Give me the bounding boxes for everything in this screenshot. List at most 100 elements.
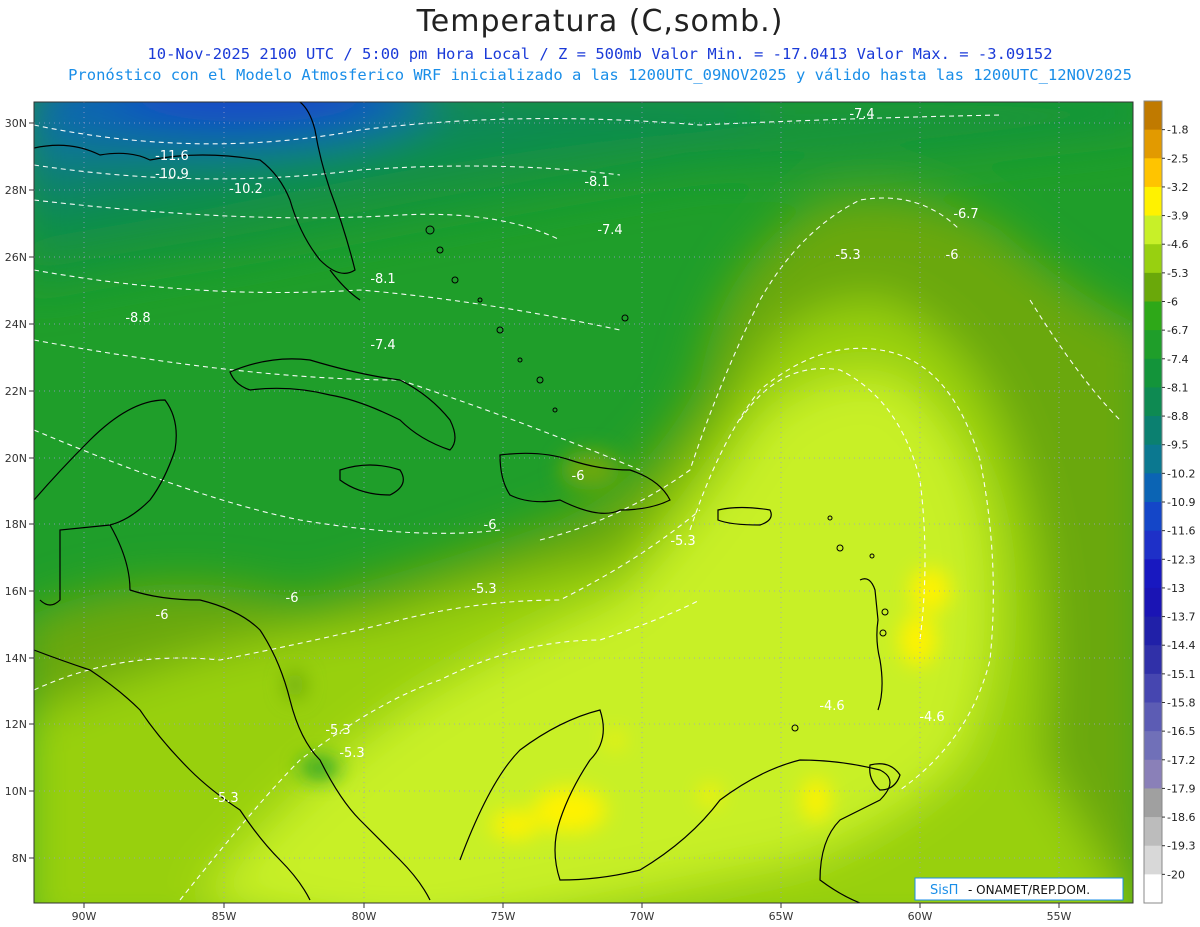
lat-label: 26N bbox=[5, 251, 27, 264]
contour-label: -4.6 bbox=[919, 710, 944, 725]
contour-label: -6.7 bbox=[953, 207, 978, 222]
contour-label: -11.6 bbox=[155, 149, 189, 164]
contour-label: -6 bbox=[572, 469, 585, 484]
colorbar-label: -18.6 bbox=[1167, 811, 1195, 824]
latitude-axis: 30N 28N 26N 24N 22N 20N 18N 16N 14N 12N 10N 8N bbox=[5, 117, 34, 865]
contour-label: -10.2 bbox=[229, 182, 263, 197]
lat-label: 14N bbox=[5, 652, 27, 665]
lat-label: 16N bbox=[5, 585, 27, 598]
lon-label: 80W bbox=[352, 910, 377, 923]
colorbar-label: -7.4 bbox=[1167, 353, 1188, 366]
colorbar-label: -16.5 bbox=[1167, 725, 1195, 738]
contour-label: -7.4 bbox=[370, 338, 395, 353]
colorbar-swatch bbox=[1144, 702, 1162, 732]
colorbar-swatch bbox=[1144, 272, 1162, 302]
contour-label: -5.3 bbox=[835, 248, 860, 263]
colorbar-label: -3.9 bbox=[1167, 210, 1188, 223]
contour-label: -8.1 bbox=[370, 272, 395, 287]
colorbar-label: -3.2 bbox=[1167, 181, 1188, 194]
colorbar-swatch bbox=[1144, 330, 1162, 360]
lat-label: 18N bbox=[5, 518, 27, 531]
colorbar-swatch bbox=[1144, 129, 1162, 159]
colorbar-swatch bbox=[1144, 817, 1162, 847]
colorbar-label: -10.9 bbox=[1167, 496, 1195, 509]
colorbar-label: -11.6 bbox=[1167, 525, 1195, 538]
colorbar-swatch bbox=[1144, 559, 1162, 589]
colorbar-swatch bbox=[1144, 874, 1162, 904]
colorbar-label: -10.2 bbox=[1167, 467, 1195, 480]
colorbar-swatch bbox=[1144, 502, 1162, 532]
lon-label: 60W bbox=[908, 910, 933, 923]
colorbar-swatch bbox=[1144, 444, 1162, 474]
colorbar-label: -1.8 bbox=[1167, 124, 1188, 137]
lat-label: 20N bbox=[5, 452, 27, 465]
lon-label: 70W bbox=[630, 910, 655, 923]
contour-label: -5.3 bbox=[339, 746, 364, 761]
colorbar-swatch bbox=[1144, 645, 1162, 675]
lat-label: 8N bbox=[12, 852, 27, 865]
lat-label: 10N bbox=[5, 785, 27, 798]
colorbar-label: -6 bbox=[1167, 296, 1178, 309]
lat-label: 12N bbox=[5, 718, 27, 731]
contour-label: -5.3 bbox=[670, 534, 695, 549]
lon-label: 75W bbox=[491, 910, 516, 923]
lon-label: 90W bbox=[72, 910, 97, 923]
colorbar-label: -19.3 bbox=[1167, 840, 1195, 853]
temperature-map: 90W 85W 80W 75W 70W 65W 60W 55W 30N 28N 26N 24N 22N… bbox=[5, 100, 1195, 923]
colorbar-swatch bbox=[1144, 158, 1162, 188]
contour-label: -6 bbox=[286, 591, 299, 606]
colorbar-swatch bbox=[1144, 530, 1162, 560]
colorbar-label: -8.8 bbox=[1167, 410, 1188, 423]
colorbar-swatch bbox=[1144, 616, 1162, 646]
colorbar-label: -20 bbox=[1167, 868, 1185, 881]
colorbar-swatch bbox=[1144, 673, 1162, 703]
colorbar-label: -13.7 bbox=[1167, 611, 1195, 624]
colorbar-swatch bbox=[1144, 473, 1162, 503]
colorbar-swatch bbox=[1144, 587, 1162, 618]
colorbar-label: -2.5 bbox=[1167, 152, 1188, 165]
colorbar-swatch bbox=[1144, 101, 1162, 131]
sispi-logo: SisΠ bbox=[930, 883, 958, 898]
lon-label: 55W bbox=[1047, 910, 1072, 923]
lat-label: 22N bbox=[5, 385, 27, 398]
contour-label: -8.8 bbox=[125, 311, 150, 326]
colorbar-label: -12.3 bbox=[1167, 553, 1195, 566]
colorbar-label: -17.2 bbox=[1167, 754, 1195, 767]
contour-label: -5.3 bbox=[471, 582, 496, 597]
colorbar-label: -5.3 bbox=[1167, 267, 1188, 280]
lon-label: 85W bbox=[212, 910, 237, 923]
contour-label: -7.4 bbox=[597, 223, 622, 238]
colorbar-swatch bbox=[1144, 215, 1162, 245]
colorbar-label: -15.1 bbox=[1167, 668, 1195, 681]
lon-label: 65W bbox=[769, 910, 794, 923]
contour-label: -8.1 bbox=[584, 175, 609, 190]
contour-label: -10.9 bbox=[155, 167, 189, 182]
colorbar-swatch bbox=[1144, 731, 1162, 761]
colorbar-label: -13 bbox=[1167, 582, 1185, 595]
contour-label: -4.6 bbox=[819, 699, 844, 714]
colorbar-swatch bbox=[1144, 416, 1162, 446]
colorbar-swatch bbox=[1144, 788, 1162, 818]
credit-box: SisΠ - ONAMET/REP.DOM. bbox=[914, 877, 1124, 901]
colorbar-swatch bbox=[1144, 759, 1162, 789]
colorbar-label: -8.1 bbox=[1167, 381, 1188, 394]
colorbar-swatch bbox=[1144, 387, 1162, 417]
colorbar-label: -9.5 bbox=[1167, 439, 1188, 452]
colorbar-swatch bbox=[1144, 358, 1162, 388]
lat-label: 24N bbox=[5, 318, 27, 331]
contour-label: -5.3 bbox=[325, 723, 350, 738]
contour-label: -6 bbox=[484, 518, 497, 533]
colorbar-legend: -1.8 -2.5 -3.2 -3.9 -4.6 -5.3 -6 -6.7 -7.4 -8.1 -8… bbox=[1143, 100, 1195, 904]
contour-label: -6 bbox=[946, 248, 959, 263]
lat-label: 28N bbox=[5, 184, 27, 197]
colorbar-label: -17.9 bbox=[1167, 782, 1195, 795]
colorbar-swatch bbox=[1144, 244, 1162, 274]
colorbar-swatch bbox=[1144, 186, 1162, 217]
colorbar-label: -6.7 bbox=[1167, 324, 1188, 337]
colorbar-label: -15.8 bbox=[1167, 697, 1195, 710]
longitude-axis: 90W 85W 80W 75W 70W 65W 60W 55W bbox=[72, 903, 1072, 923]
colorbar-label: -4.6 bbox=[1167, 238, 1188, 251]
colorbar-swatch bbox=[1144, 845, 1162, 875]
credit-text: - ONAMET/REP.DOM. bbox=[968, 883, 1090, 897]
contour-label: -7.4 bbox=[849, 107, 874, 122]
